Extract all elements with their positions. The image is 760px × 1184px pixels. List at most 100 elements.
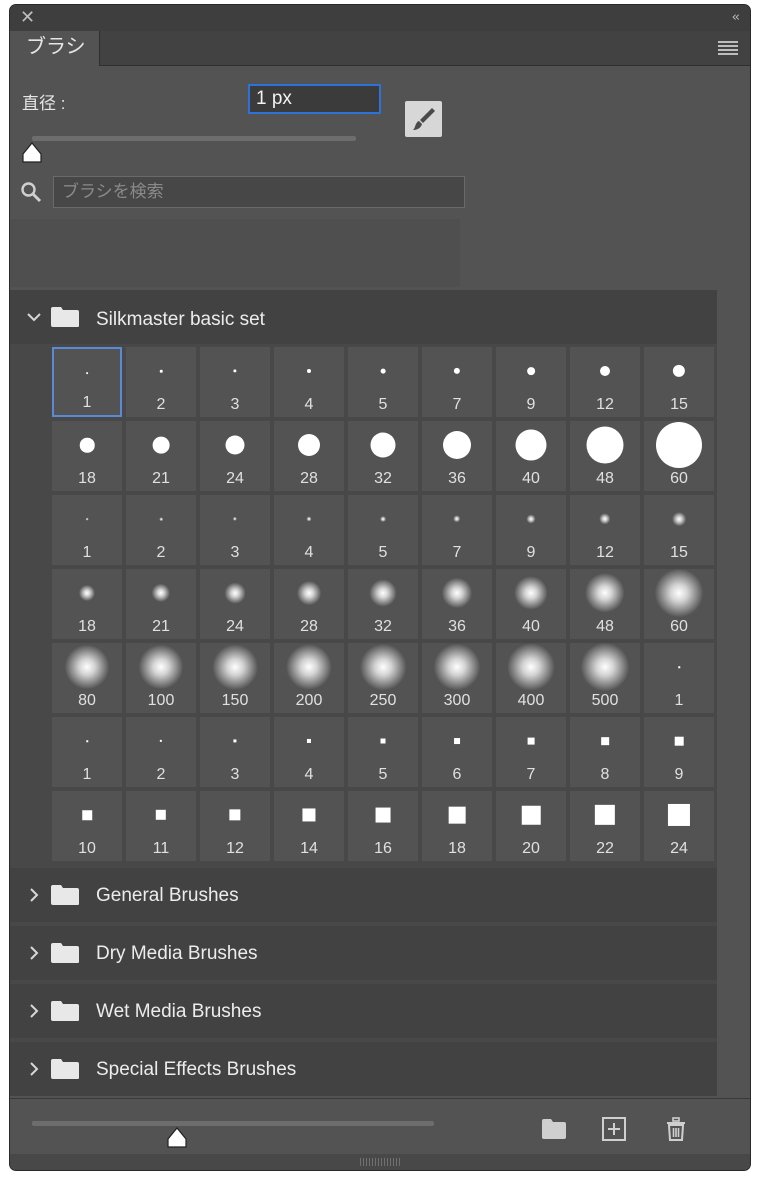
brush-preset[interactable]: 200 — [274, 643, 344, 713]
brush-preset[interactable]: 5 — [348, 495, 418, 565]
brush-preset[interactable]: 300 — [422, 643, 492, 713]
brush-preset[interactable]: 7 — [496, 717, 566, 787]
new-group-folder-icon[interactable] — [540, 1115, 568, 1143]
group-dry-media-brushes[interactable]: Dry Media Brushes — [10, 926, 717, 980]
brush-preset[interactable]: 7 — [422, 495, 492, 565]
preview-size-slider-thumb[interactable] — [166, 1127, 188, 1149]
chevron-right-icon[interactable] — [26, 1061, 42, 1077]
brush-preset[interactable]: 100 — [126, 643, 196, 713]
brush-preset[interactable]: 14 — [274, 791, 344, 861]
brush-preset[interactable]: 36 — [422, 421, 492, 491]
brush-preset[interactable]: 28 — [274, 421, 344, 491]
brush-preset[interactable]: 15 — [644, 495, 714, 565]
brush-preset[interactable]: 40 — [496, 421, 566, 491]
brush-preset[interactable]: 21 — [126, 569, 196, 639]
diameter-slider-thumb[interactable] — [21, 142, 43, 164]
brush-preset[interactable]: 250 — [348, 643, 418, 713]
brush-preset[interactable]: 60 — [644, 421, 714, 491]
brush-tip-preview — [82, 810, 92, 820]
brush-preset[interactable]: 3 — [200, 495, 270, 565]
group-general-brushes[interactable]: General Brushes — [10, 868, 717, 922]
brush-preset[interactable]: 5 — [348, 717, 418, 787]
brush-preset[interactable]: 48 — [570, 421, 640, 491]
brush-preset[interactable]: 2 — [126, 717, 196, 787]
brush-tip-preview — [78, 584, 96, 602]
brush-preset[interactable]: 32 — [348, 421, 418, 491]
brush-preset[interactable]: 24 — [644, 791, 714, 861]
brush-preset[interactable]: 3 — [200, 347, 270, 417]
brush-preset[interactable]: 9 — [496, 495, 566, 565]
brush-tip-preview — [375, 807, 391, 823]
brush-preset[interactable]: 4 — [274, 347, 344, 417]
brush-preset[interactable]: 1 — [52, 717, 122, 787]
brush-preset[interactable]: 18 — [52, 421, 122, 491]
brush-size-label: 3 — [230, 544, 240, 561]
tab-brushes[interactable]: ブラシ — [10, 31, 100, 66]
brush-preset[interactable]: 18 — [52, 569, 122, 639]
brush-size-label: 80 — [78, 692, 96, 709]
folder-icon — [51, 943, 79, 963]
chevron-right-icon[interactable] — [26, 1003, 42, 1019]
brush-preset[interactable]: 80 — [52, 643, 122, 713]
brush-preset[interactable]: 9 — [644, 717, 714, 787]
chevron-right-icon[interactable] — [26, 945, 42, 961]
group-special-effects-brushes[interactable]: Special Effects Brushes — [10, 1042, 717, 1096]
group-wet-media-brushes[interactable]: Wet Media Brushes — [10, 984, 717, 1038]
brush-preset[interactable]: 4 — [274, 495, 344, 565]
brush-search-input[interactable] — [53, 176, 465, 208]
brush-preset[interactable]: 24 — [200, 569, 270, 639]
panel-menu-icon[interactable] — [718, 41, 738, 55]
preview-size-slider-track[interactable] — [32, 1121, 434, 1126]
brush-preset[interactable]: 5 — [348, 347, 418, 417]
brush-tip-preview — [298, 434, 320, 456]
brush-preset[interactable]: 150 — [200, 643, 270, 713]
brush-tip-preview — [297, 581, 321, 605]
chevron-right-icon[interactable] — [26, 887, 42, 903]
chevron-down-icon[interactable] — [26, 309, 42, 325]
brush-preset[interactable]: 500 — [570, 643, 640, 713]
brush-preset[interactable]: 4 — [274, 717, 344, 787]
brush-preset[interactable]: 9 — [496, 347, 566, 417]
folder-icon — [51, 1059, 79, 1079]
brush-preset[interactable]: 15 — [644, 347, 714, 417]
diameter-input[interactable] — [248, 84, 381, 114]
brush-preset[interactable]: 32 — [348, 569, 418, 639]
brush-preset[interactable]: 20 — [496, 791, 566, 861]
brush-preset[interactable]: 12 — [570, 495, 640, 565]
brush-preset[interactable]: 12 — [200, 791, 270, 861]
group-silkmaster-basic-set[interactable]: Silkmaster basic set — [10, 290, 717, 344]
brush-preset[interactable]: 18 — [422, 791, 492, 861]
brush-preset[interactable]: 1 — [52, 347, 122, 417]
close-icon[interactable]: ✕ — [20, 8, 35, 28]
brush-preset[interactable]: 7 — [422, 347, 492, 417]
brush-preset[interactable]: 3 — [200, 717, 270, 787]
brush-preset[interactable]: 11 — [126, 791, 196, 861]
brush-preset[interactable]: 22 — [570, 791, 640, 861]
brush-preset[interactable]: 16 — [348, 791, 418, 861]
collapse-panel-icon[interactable]: ‹‹ — [732, 9, 741, 27]
brush-preset[interactable]: 60 — [644, 569, 714, 639]
brush-preset[interactable]: 28 — [274, 569, 344, 639]
folder-icon — [51, 307, 79, 327]
brush-preset[interactable]: 2 — [126, 495, 196, 565]
brush-preset[interactable]: 21 — [126, 421, 196, 491]
brush-size-label: 21 — [152, 618, 170, 635]
brush-preset[interactable]: 10 — [52, 791, 122, 861]
new-brush-icon[interactable] — [600, 1115, 628, 1143]
panel-resize-grip[interactable] — [10, 1154, 750, 1170]
brush-tip-preview — [233, 369, 237, 373]
brush-preset[interactable]: 400 — [496, 643, 566, 713]
brush-preset[interactable]: 8 — [570, 717, 640, 787]
brush-preset[interactable]: 24 — [200, 421, 270, 491]
diameter-slider-track[interactable] — [32, 136, 356, 141]
brush-preset[interactable]: 36 — [422, 569, 492, 639]
brush-preset[interactable]: 6 — [422, 717, 492, 787]
brush-preset[interactable]: 2 — [126, 347, 196, 417]
brush-settings-button[interactable] — [405, 101, 442, 137]
brush-preset[interactable]: 12 — [570, 347, 640, 417]
brush-preset[interactable]: 40 — [496, 569, 566, 639]
brush-preset[interactable]: 1 — [644, 643, 714, 713]
trash-icon[interactable] — [662, 1115, 690, 1143]
brush-preset[interactable]: 48 — [570, 569, 640, 639]
brush-preset[interactable]: 1 — [52, 495, 122, 565]
